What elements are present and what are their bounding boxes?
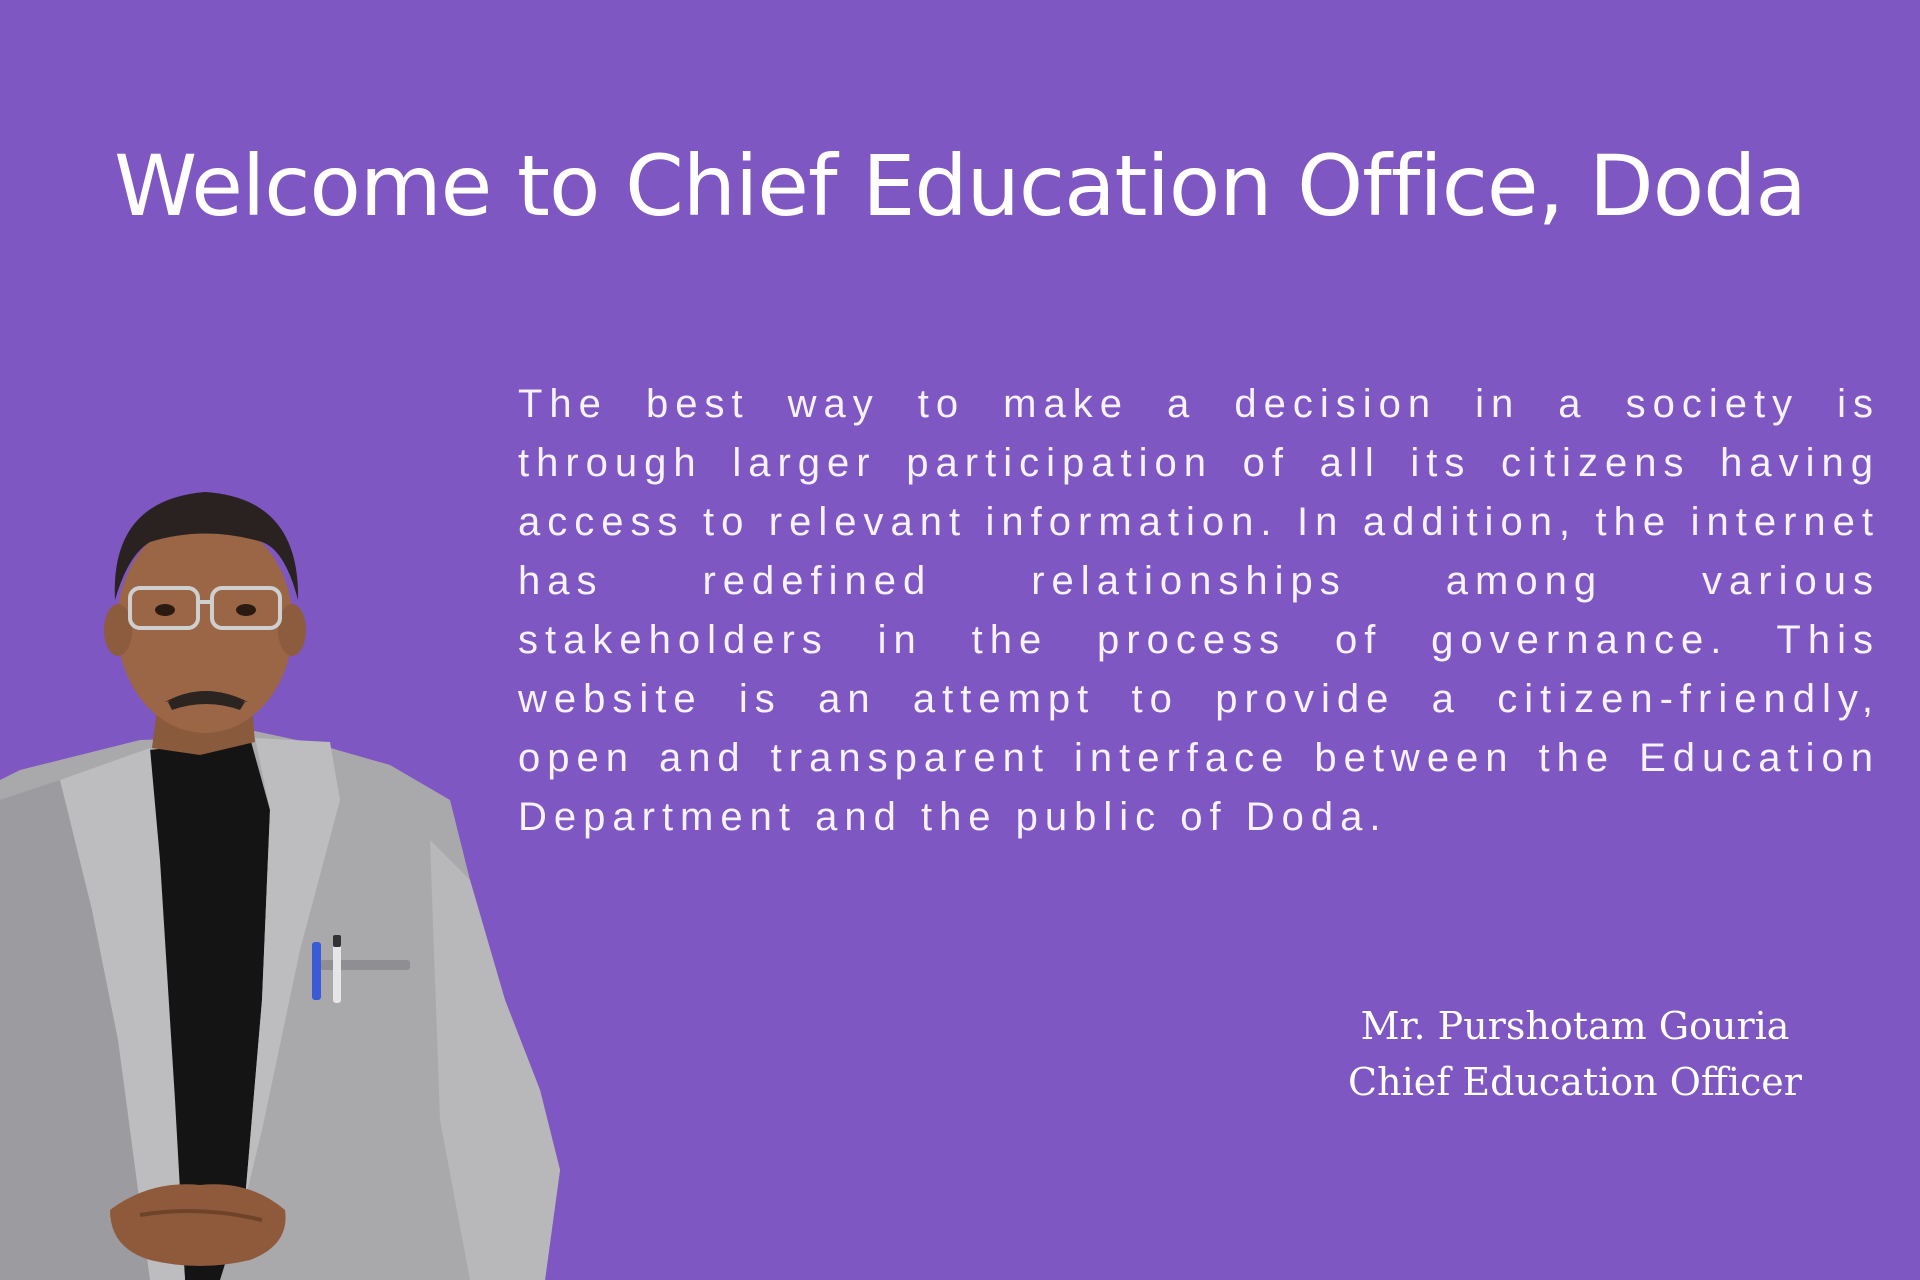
officer-name: Mr. Purshotam Gouria xyxy=(1360,1004,1790,1048)
welcome-banner: Welcome to Chief Education Office, Doda xyxy=(0,0,1920,1280)
officer-designation: Chief Education Officer xyxy=(1348,1060,1802,1104)
welcome-message: The best way to make a decision in a soc… xyxy=(518,382,1880,839)
portrait-hands xyxy=(110,1184,286,1266)
signature-block: Mr. Purshotam Gouria Chief Education Off… xyxy=(1330,998,1820,1110)
page-title: Welcome to Chief Education Office, Doda xyxy=(114,137,1807,235)
officer-portrait xyxy=(0,492,560,1280)
